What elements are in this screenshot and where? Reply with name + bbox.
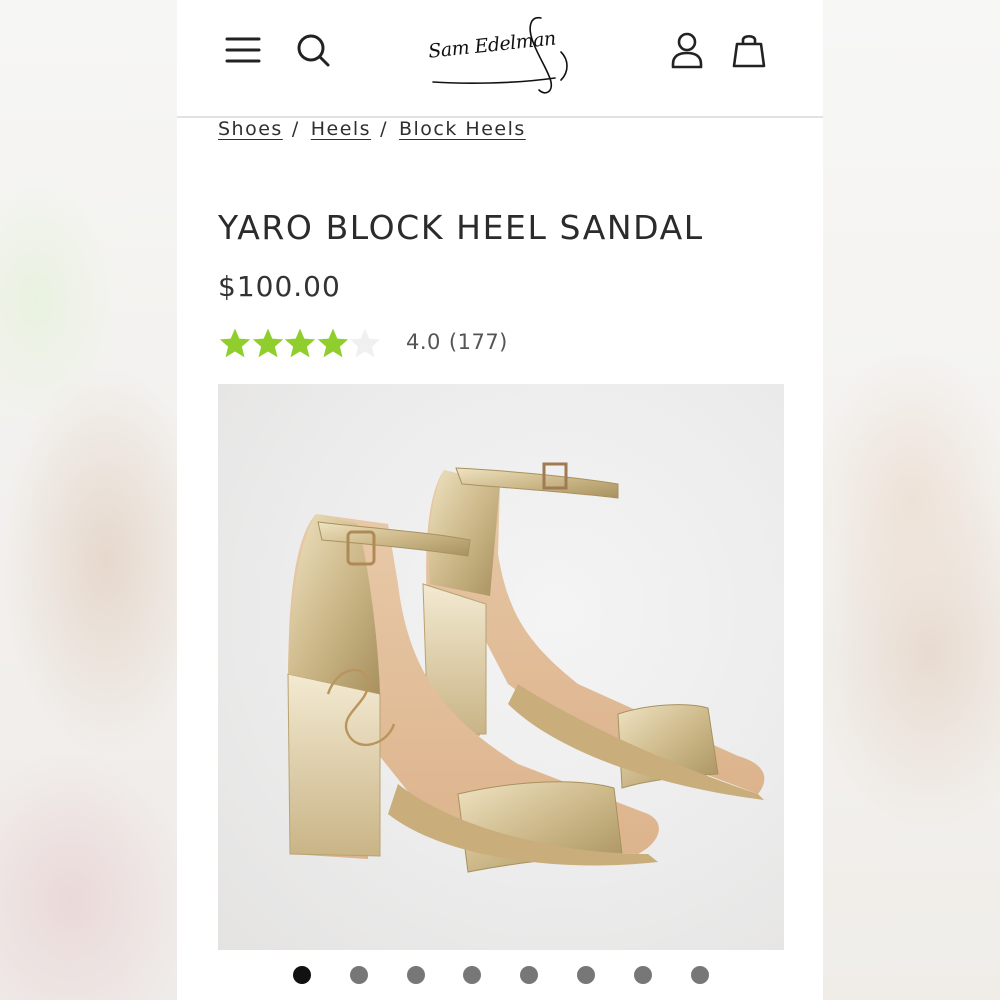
rating-stars bbox=[218, 327, 388, 363]
breadcrumb-link-heels[interactable]: Heels bbox=[311, 118, 371, 140]
search-icon[interactable] bbox=[293, 30, 333, 70]
hamburger-menu-icon[interactable] bbox=[223, 30, 263, 70]
breadcrumb-separator: / bbox=[380, 118, 388, 140]
product-page: Sam Edelman Shoes / Heels / Block Heels YARO… bbox=[177, 0, 823, 1000]
star-empty-icon bbox=[348, 327, 382, 361]
star-filled-icon bbox=[251, 327, 285, 361]
carousel-dot[interactable] bbox=[406, 966, 425, 984]
blurred-background-left bbox=[0, 0, 177, 1000]
star-filled-icon bbox=[316, 327, 350, 361]
blurred-background-right bbox=[823, 0, 1000, 1000]
breadcrumb-link-shoes[interactable]: Shoes bbox=[218, 118, 283, 140]
rating-summary: 4.0 (177) bbox=[406, 330, 508, 354]
breadcrumb-separator: / bbox=[291, 118, 300, 140]
carousel-dot[interactable] bbox=[633, 966, 652, 984]
shopping-bag-icon[interactable] bbox=[729, 30, 769, 70]
carousel-dot[interactable] bbox=[349, 966, 368, 984]
carousel-dot[interactable] bbox=[690, 966, 709, 984]
site-header: Sam Edelman bbox=[177, 0, 823, 118]
review-count: (177) bbox=[448, 330, 508, 354]
star-filled-icon bbox=[283, 327, 317, 361]
carousel-dot[interactable] bbox=[463, 966, 482, 984]
product-image[interactable] bbox=[218, 384, 784, 950]
user-account-icon[interactable] bbox=[667, 30, 707, 70]
product-title: YARO BLOCK HEEL SANDAL bbox=[218, 208, 704, 247]
breadcrumb-link-block-heels[interactable]: Block Heels bbox=[399, 118, 526, 140]
rating-value: 4.0 bbox=[406, 330, 441, 354]
product-price: $100.00 bbox=[218, 270, 341, 303]
carousel-dot[interactable] bbox=[577, 966, 595, 984]
carousel-dot[interactable] bbox=[520, 966, 539, 984]
image-carousel-pagination bbox=[177, 966, 823, 986]
star-filled-icon bbox=[218, 327, 252, 361]
carousel-dot-active[interactable] bbox=[293, 966, 311, 984]
breadcrumb: Shoes / Heels / Block Heels bbox=[218, 118, 526, 148]
